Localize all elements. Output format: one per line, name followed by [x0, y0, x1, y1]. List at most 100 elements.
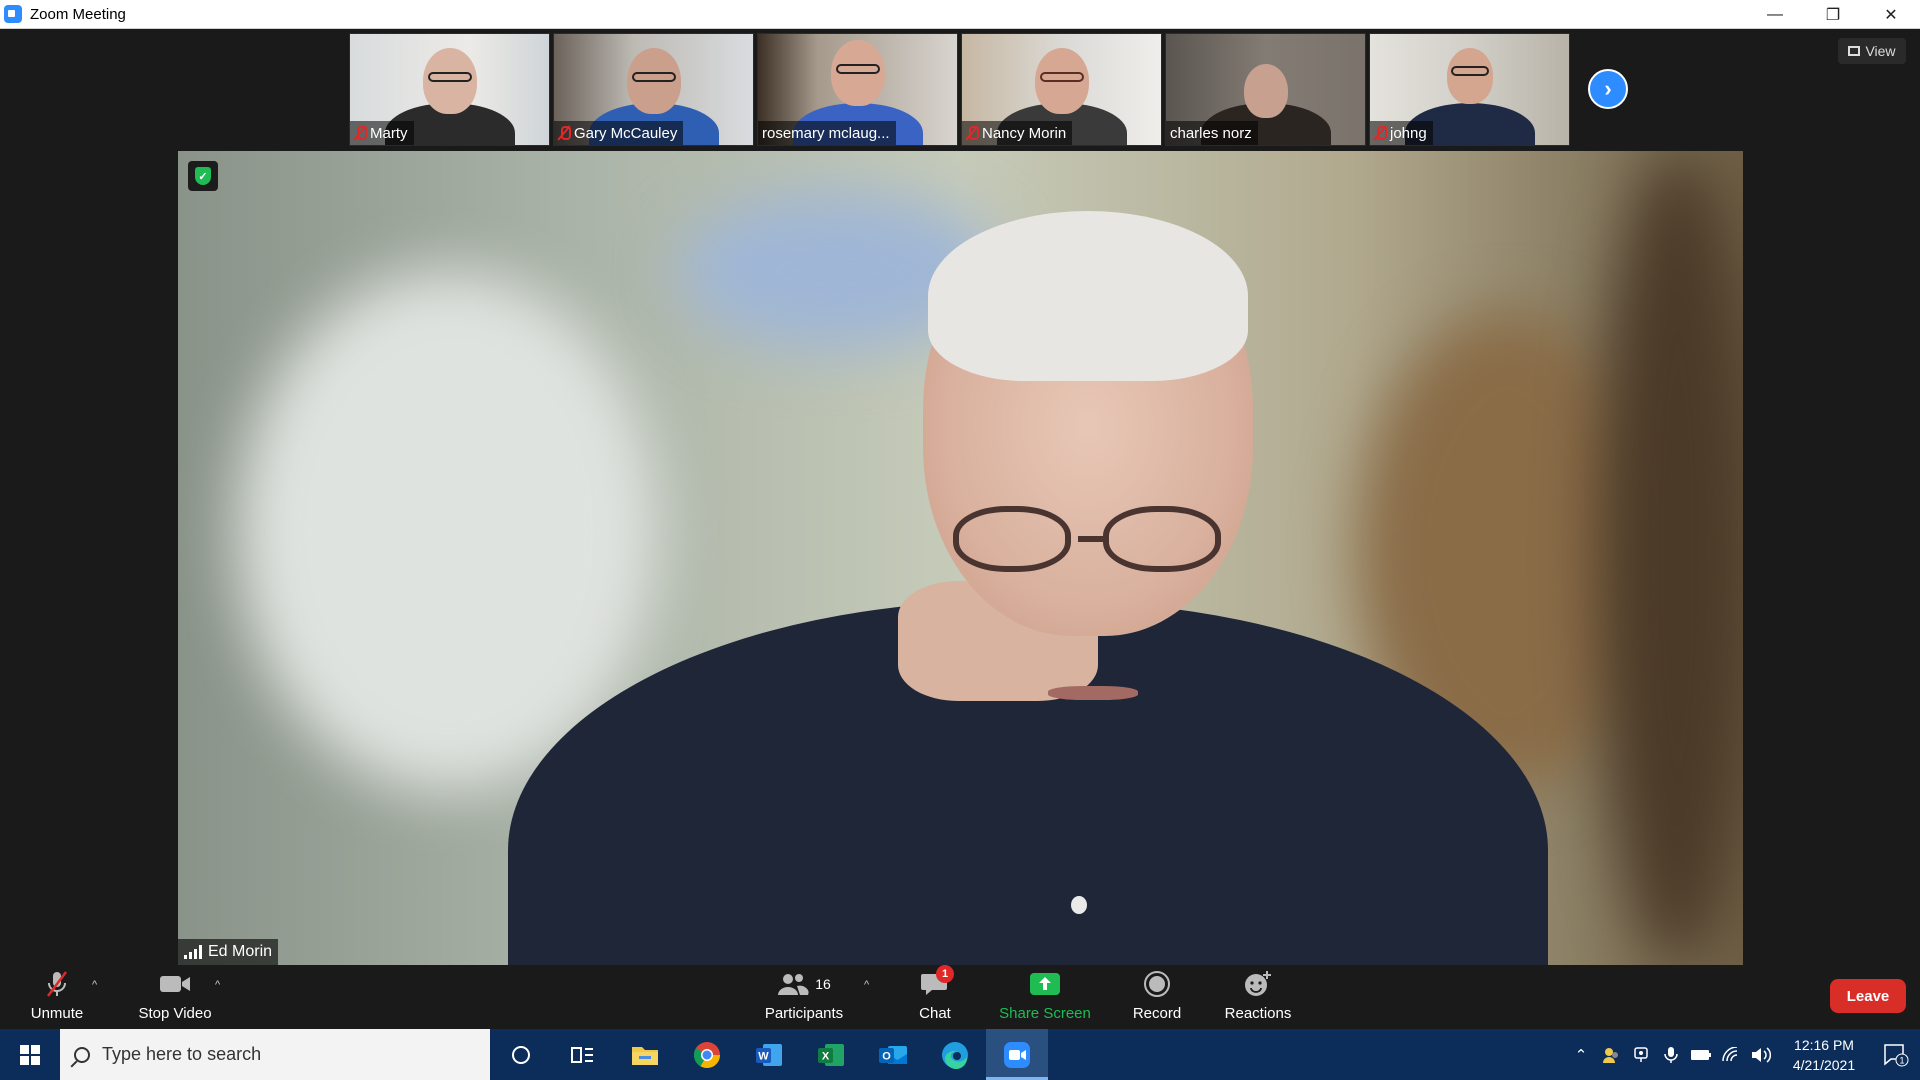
mic-muted-icon	[1374, 125, 1387, 141]
chevron-right-icon: ›	[1604, 76, 1612, 101]
task-view-icon[interactable]	[552, 1029, 614, 1080]
search-placeholder: Type here to search	[102, 1044, 262, 1064]
participant-name: Gary McCauley	[574, 124, 678, 142]
participant-name: Marty	[370, 124, 408, 142]
participants-options-caret[interactable]: ^	[864, 979, 869, 991]
participant-thumb[interactable]: Marty	[349, 33, 550, 146]
participant-thumb[interactable]: Gary McCauley	[553, 33, 754, 146]
stop-video-label: Stop Video	[138, 1005, 212, 1022]
participant-name-tag: johng	[1370, 121, 1433, 145]
participant-name-tag: rosemary mclaug...	[758, 121, 896, 145]
signal-strength-icon	[184, 945, 202, 959]
reactions-button[interactable]: Reactions	[1220, 965, 1296, 1029]
meeting-toolbar: Unmute ^ Stop Video ^ 16 Participants ^ …	[0, 965, 1920, 1029]
record-label: Record	[1132, 1005, 1182, 1022]
mic-muted-icon	[558, 125, 571, 141]
participant-name: rosemary mclaug...	[762, 124, 890, 142]
windows-taskbar: Type here to search W X O ⌃ 12:16 PM 4/2…	[0, 1029, 1920, 1080]
taskbar-clock[interactable]: 12:16 PM 4/21/2021	[1784, 1035, 1864, 1075]
share-screen-button[interactable]: Share Screen	[995, 965, 1095, 1029]
notification-center-button[interactable]: 1	[1872, 1029, 1920, 1080]
active-speaker-video: ✓ Ed Morin	[178, 151, 1743, 965]
search-icon	[74, 1046, 90, 1063]
camera-tray-icon[interactable]	[1626, 1029, 1656, 1080]
participant-name-tag: charles norz	[1166, 121, 1258, 145]
view-button[interactable]: View	[1838, 38, 1906, 64]
excel-icon[interactable]: X	[800, 1029, 862, 1080]
cortana-icon[interactable]	[490, 1029, 552, 1080]
chevron-up-icon[interactable]: ⌃	[1566, 1029, 1596, 1080]
unmute-button[interactable]: Unmute	[24, 965, 90, 1029]
participant-name: Nancy Morin	[982, 124, 1067, 142]
participant-thumb[interactable]: Nancy Morin	[961, 33, 1162, 146]
share-screen-label: Share Screen	[999, 1005, 1091, 1022]
minimize-button[interactable]: —	[1746, 0, 1804, 29]
participant-name-tag: Marty	[350, 121, 414, 145]
restore-button[interactable]: ❐	[1804, 0, 1862, 29]
reactions-label: Reactions	[1224, 1005, 1292, 1022]
chat-button[interactable]: 1 Chat	[905, 965, 965, 1029]
edge-icon[interactable]	[924, 1029, 986, 1080]
participant-name: charles norz	[1170, 124, 1252, 142]
mic-muted-icon	[966, 125, 979, 141]
share-screen-icon	[1028, 969, 1062, 999]
record-button[interactable]: Record	[1127, 965, 1187, 1029]
participant-name: johng	[1390, 124, 1427, 142]
clock-time: 12:16 PM	[1794, 1036, 1854, 1053]
window-title: Zoom Meeting	[30, 5, 126, 23]
record-icon	[1140, 969, 1174, 999]
gallery-strip: Marty Gary McCauley rosemary mclaug... N…	[349, 33, 1570, 146]
zoom-taskbar-icon[interactable]	[986, 1029, 1048, 1080]
close-button[interactable]: ✕	[1862, 0, 1920, 29]
system-tray: ⌃ 12:16 PM 4/21/2021 1	[1566, 1029, 1920, 1080]
next-page-button[interactable]: ›	[1588, 69, 1628, 109]
video-camera-icon	[158, 969, 192, 999]
clock-date: 4/21/2021	[1792, 1056, 1856, 1073]
title-bar: Zoom Meeting — ❐ ✕	[0, 0, 1920, 29]
stop-video-button[interactable]: Stop Video	[133, 965, 217, 1029]
video-options-caret[interactable]: ^	[215, 979, 220, 991]
participant-name-tag: Gary McCauley	[554, 121, 684, 145]
participant-thumb[interactable]: johng	[1369, 33, 1570, 146]
participants-label: Participants	[764, 1005, 844, 1022]
participant-thumb[interactable]: charles norz	[1165, 33, 1366, 146]
chat-unread-badge: 1	[936, 965, 954, 983]
participant-name-tag: Nancy Morin	[962, 121, 1073, 145]
view-label: View	[1865, 43, 1896, 59]
mic-muted-icon	[354, 125, 367, 141]
leave-button[interactable]: Leave	[1830, 979, 1906, 1013]
speaker-name: Ed Morin	[208, 943, 273, 960]
word-icon[interactable]: W	[738, 1029, 800, 1080]
participant-thumb[interactable]: rosemary mclaug...	[757, 33, 958, 146]
svg-text:O: O	[882, 1050, 891, 1062]
windows-logo-icon	[20, 1044, 40, 1065]
start-button[interactable]	[0, 1029, 60, 1080]
volume-icon[interactable]	[1746, 1029, 1776, 1080]
svg-text:W: W	[758, 1050, 769, 1062]
outlook-icon[interactable]: O	[862, 1029, 924, 1080]
notification-count: 1	[1899, 1055, 1904, 1065]
speaker-name-tag: Ed Morin	[178, 939, 279, 965]
zoom-app-icon	[4, 5, 22, 23]
unmute-label: Unmute	[30, 1005, 84, 1022]
grid-icon	[1848, 46, 1861, 56]
shield-check-icon[interactable]: ✓	[188, 161, 218, 191]
taskbar-search-box[interactable]: Type here to search	[60, 1029, 490, 1080]
smiley-plus-icon	[1241, 969, 1275, 999]
participants-icon: 16	[769, 969, 839, 999]
window-controls: — ❐ ✕	[1746, 0, 1920, 29]
mic-muted-icon	[40, 969, 74, 999]
chrome-icon[interactable]	[676, 1029, 738, 1080]
participants-button[interactable]: 16 Participants	[758, 965, 850, 1029]
chat-bubble-icon: 1	[918, 965, 954, 999]
file-explorer-icon[interactable]	[614, 1029, 676, 1080]
participants-count: 16	[815, 976, 831, 992]
meeting-area: Marty Gary McCauley rosemary mclaug... N…	[0, 29, 1920, 965]
chat-label: Chat	[919, 1005, 951, 1022]
svg-text:X: X	[822, 1050, 830, 1062]
microphone-tray-icon[interactable]	[1656, 1029, 1686, 1080]
audio-options-caret[interactable]: ^	[92, 979, 97, 991]
battery-icon[interactable]	[1686, 1029, 1716, 1080]
wifi-icon[interactable]	[1716, 1029, 1746, 1080]
user-tray-icon[interactable]	[1596, 1029, 1626, 1080]
